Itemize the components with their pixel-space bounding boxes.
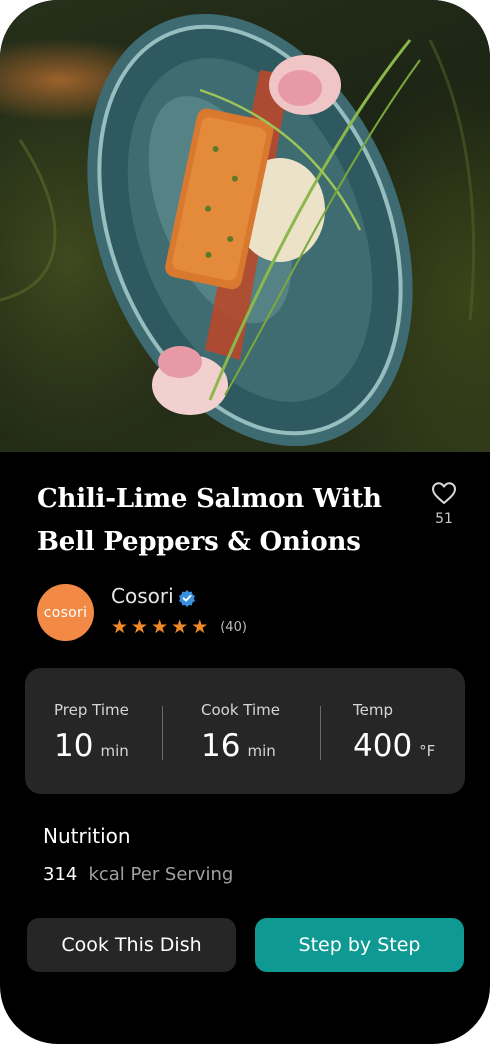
recipe-title-line-1: Chili-Lime Salmon With: [37, 484, 382, 514]
star-filled-icon: ★: [111, 616, 129, 638]
favorite-button[interactable]: 51: [424, 481, 464, 527]
step-by-step-button[interactable]: Step by Step: [255, 918, 464, 972]
plated-salmon-illustration: [0, 13, 476, 447]
prep-time-value: 10 min: [54, 728, 129, 764]
calories-label: kcal Per Serving: [88, 864, 234, 885]
recipe-hero-image: [0, 0, 490, 452]
temp-value: 400 °F: [353, 728, 435, 764]
author-avatar[interactable]: cosori: [37, 584, 94, 641]
stat-divider: [162, 706, 163, 760]
recipe-title-line-2: Bell Peppers & Onions: [37, 527, 361, 557]
star-filled-icon: ★: [191, 616, 209, 638]
prep-time-unit: min: [100, 742, 129, 760]
verified-badge-icon: [179, 590, 195, 607]
temp-label: Temp: [353, 701, 393, 719]
star-filled-icon: ★: [171, 616, 189, 638]
cook-time-value: 16 min: [201, 728, 276, 764]
cook-time-number: 16: [201, 728, 241, 764]
nutrition-calories: 314 kcal Per Serving: [43, 864, 233, 885]
cook-time-unit: min: [247, 742, 276, 760]
cook-time-label: Cook Time: [201, 701, 280, 719]
cook-this-dish-button[interactable]: Cook This Dish: [27, 918, 236, 972]
author-rating: ★ ★ ★ ★ ★ (40): [111, 618, 247, 637]
stat-divider: [320, 706, 321, 760]
star-filled-icon: ★: [151, 616, 169, 638]
recipe-title: Chili-Lime Salmon With Bell Peppers & On…: [37, 478, 397, 564]
calories-value: 314: [43, 864, 78, 885]
star-filled-icon: ★: [131, 616, 149, 638]
review-count: (40): [220, 620, 247, 635]
cooking-stats-card: Prep Time 10 min Cook Time 16 min Temp 400…: [25, 668, 465, 794]
temp-unit: °F: [419, 742, 436, 760]
favorite-count: 51: [435, 511, 453, 527]
temp-number: 400: [353, 728, 413, 764]
nutrition-heading: Nutrition: [43, 824, 131, 848]
prep-time-label: Prep Time: [54, 701, 129, 719]
prep-time-number: 10: [54, 728, 94, 764]
author-name[interactable]: Cosori: [111, 584, 174, 608]
recipe-screen: Chili-Lime Salmon With Bell Peppers & On…: [0, 0, 490, 1044]
heart-outline-icon: [432, 482, 456, 504]
